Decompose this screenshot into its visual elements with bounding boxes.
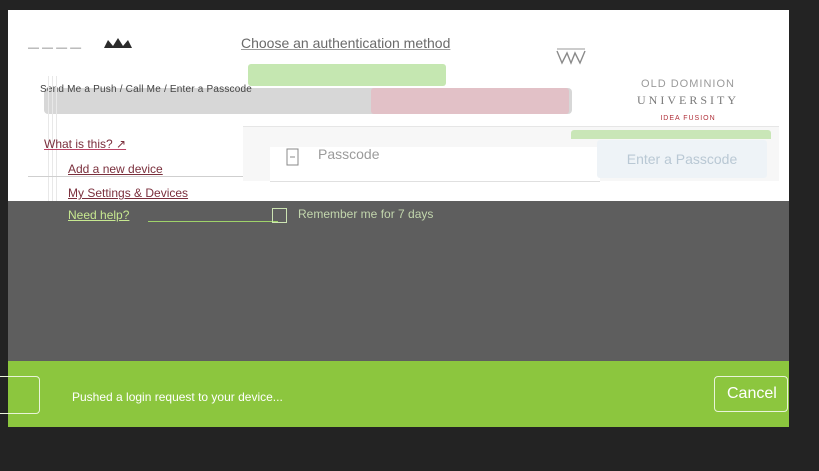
method-title: Choose an authentication method — [241, 35, 451, 51]
university-top-text: OLD DOMINION — [641, 78, 735, 90]
status-message: Pushed a login request to your device... — [72, 390, 283, 404]
university-tagline: IDEA FUSION — [660, 115, 716, 122]
crest-icon — [556, 48, 586, 65]
divider — [148, 221, 278, 222]
university-logo: OLD DOMINION UNIVERSITY IDEA FUSION — [590, 78, 786, 127]
auth-options-label[interactable]: Send Me a Push / Call Me / Enter a Passc… — [40, 84, 252, 95]
what-is-this-link[interactable]: What is this? ↗ — [44, 137, 126, 151]
push-button-edge — [571, 130, 771, 139]
enter-passcode-button[interactable]: Enter a Passcode — [597, 140, 767, 178]
need-help-link[interactable]: Need help? — [68, 208, 129, 222]
banner-left-button[interactable] — [0, 376, 40, 414]
passcode-icon — [286, 148, 299, 166]
logo-wordmark: — — — — — [28, 42, 82, 54]
status-banner: Pushed a login request to your device...… — [0, 361, 789, 427]
passcode-placeholder: Passcode — [318, 146, 380, 162]
university-name: UNIVERSITY — [637, 93, 739, 107]
push-option-highlight — [248, 64, 446, 86]
crown-icon — [104, 38, 132, 48]
remember-me-label: Remember me for 7 days — [298, 207, 434, 221]
settings-link[interactable]: My Settings & Devices — [68, 186, 188, 200]
remember-me-checkbox[interactable] — [272, 208, 287, 223]
divider — [28, 176, 278, 177]
cancel-button[interactable]: Cancel — [714, 376, 788, 412]
add-device-link[interactable]: Add a new device — [68, 162, 163, 176]
call-option-highlight — [371, 88, 569, 114]
